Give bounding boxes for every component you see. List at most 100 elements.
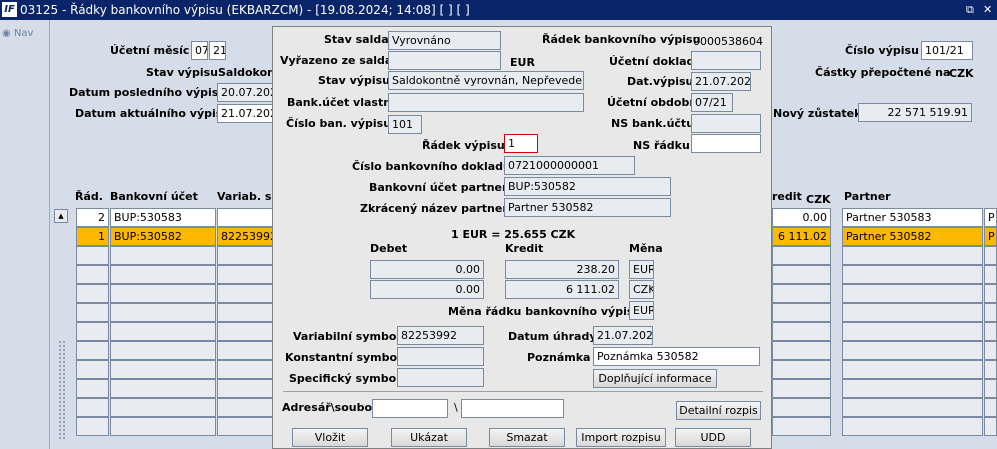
table-empty-cell[interactable]: [842, 379, 983, 398]
table-empty-cell[interactable]: [842, 341, 983, 360]
table-empty-cell[interactable]: [76, 417, 109, 436]
table-empty-cell[interactable]: [842, 398, 983, 417]
table-empty-cell[interactable]: [217, 360, 273, 379]
table-empty-cell[interactable]: [217, 322, 273, 341]
table-row-cell-rad[interactable]: 2: [76, 208, 109, 227]
import-rozpisu-button[interactable]: Import rozpisu: [576, 428, 666, 447]
table-row-selected-cell-variab[interactable]: 82253992: [217, 227, 273, 246]
table-empty-cell[interactable]: [984, 322, 997, 341]
cislo-vypisu-field[interactable]: 101/21: [921, 41, 973, 60]
ucetni-mesic-field-1[interactable]: 07: [191, 41, 208, 60]
soubor-input[interactable]: [461, 399, 564, 418]
table-empty-cell[interactable]: [772, 341, 831, 360]
table-empty-cell[interactable]: [842, 417, 983, 436]
table-empty-cell[interactable]: [110, 341, 216, 360]
table-empty-cell[interactable]: [217, 417, 273, 436]
table-empty-cell[interactable]: [984, 360, 997, 379]
detailni-rozpis-button[interactable]: Detailní rozpis: [676, 401, 761, 420]
table-empty-cell[interactable]: [217, 246, 273, 265]
datum-aktualniho-field[interactable]: 21.07.2021: [217, 104, 273, 123]
datum-aktualniho-label: Datum aktuálního výpisu: [75, 107, 231, 120]
ukazat-button[interactable]: Ukázat: [391, 428, 467, 447]
table-empty-cell[interactable]: [217, 284, 273, 303]
table-empty-cell[interactable]: [842, 246, 983, 265]
table-empty-cell[interactable]: [76, 322, 109, 341]
scroll-up-icon[interactable]: ▲: [54, 209, 68, 223]
ns-radku-input[interactable]: [691, 134, 761, 153]
novy-zustatek-field: 22 571 519.91: [858, 103, 972, 122]
table-row-cell-extra[interactable]: P: [984, 208, 997, 227]
table-empty-cell[interactable]: [772, 322, 831, 341]
ucetni-doklad-field: [691, 51, 761, 70]
table-empty-cell[interactable]: [842, 303, 983, 322]
ns-bank-field: [691, 114, 761, 133]
doplnujici-informace-button[interactable]: Doplňující informace: [593, 369, 717, 388]
table-empty-cell[interactable]: [217, 398, 273, 417]
table-row-selected-cell-kredit[interactable]: 6 111.02: [772, 227, 831, 246]
table-empty-cell[interactable]: [772, 265, 831, 284]
radek-vypisu-input[interactable]: 1: [504, 134, 538, 153]
table-empty-cell[interactable]: [76, 303, 109, 322]
table-empty-cell[interactable]: [110, 417, 216, 436]
datum-posledniho-field[interactable]: 20.07.2021: [217, 83, 273, 102]
table-empty-cell[interactable]: [110, 284, 216, 303]
grid-header-partner: Partner: [844, 190, 891, 203]
table-empty-cell[interactable]: [772, 417, 831, 436]
table-empty-cell[interactable]: [110, 246, 216, 265]
table-empty-cell[interactable]: [842, 265, 983, 284]
table-empty-cell[interactable]: [217, 303, 273, 322]
table-empty-cell[interactable]: [984, 284, 997, 303]
nav-radio[interactable]: ◉ Nav: [2, 28, 33, 39]
splitter-handle[interactable]: [58, 340, 66, 440]
table-empty-cell[interactable]: [772, 360, 831, 379]
table-row-selected-cell-ucet[interactable]: BUP:530582: [110, 227, 216, 246]
table-empty-cell[interactable]: [76, 246, 109, 265]
table-empty-cell[interactable]: [76, 284, 109, 303]
table-empty-cell[interactable]: [984, 341, 997, 360]
table-empty-cell[interactable]: [76, 265, 109, 284]
smazat-button[interactable]: Smazat: [489, 428, 565, 447]
table-empty-cell[interactable]: [984, 398, 997, 417]
table-empty-cell[interactable]: [110, 379, 216, 398]
table-row-cell-variab[interactable]: [217, 208, 273, 227]
table-empty-cell[interactable]: [984, 417, 997, 436]
table-empty-cell[interactable]: [110, 360, 216, 379]
table-empty-cell[interactable]: [76, 398, 109, 417]
table-empty-cell[interactable]: [984, 303, 997, 322]
table-empty-cell[interactable]: [110, 398, 216, 417]
table-row-cell-kredit[interactable]: 0.00: [772, 208, 831, 227]
restore-window-icon[interactable]: ⧉: [966, 3, 974, 17]
table-empty-cell[interactable]: [217, 341, 273, 360]
udd-button[interactable]: UDD: [675, 428, 751, 447]
ucetni-mesic-field-2[interactable]: 21: [209, 41, 226, 60]
table-empty-cell[interactable]: [772, 379, 831, 398]
table-empty-cell[interactable]: [217, 265, 273, 284]
table-empty-cell[interactable]: [217, 379, 273, 398]
table-row-selected-cell-extra[interactable]: P: [984, 227, 997, 246]
table-empty-cell[interactable]: [772, 284, 831, 303]
table-row-cell-ucet[interactable]: BUP:530583: [110, 208, 216, 227]
table-empty-cell[interactable]: [76, 379, 109, 398]
table-empty-cell[interactable]: [76, 341, 109, 360]
table-empty-cell[interactable]: [984, 246, 997, 265]
table-row-selected-cell-partner[interactable]: Partner 530582: [842, 227, 983, 246]
table-empty-cell[interactable]: [984, 379, 997, 398]
table-empty-cell[interactable]: [110, 322, 216, 341]
table-empty-cell[interactable]: [110, 303, 216, 322]
close-icon[interactable]: ✕: [983, 3, 992, 16]
table-empty-cell[interactable]: [772, 398, 831, 417]
poznamka-label: Poznámka: [527, 351, 591, 364]
table-empty-cell[interactable]: [772, 246, 831, 265]
poznamka-input[interactable]: Poznámka 530582: [593, 347, 760, 366]
table-empty-cell[interactable]: [842, 322, 983, 341]
table-empty-cell[interactable]: [76, 360, 109, 379]
table-row-selected-cell-rad[interactable]: 1: [76, 227, 109, 246]
table-empty-cell[interactable]: [772, 303, 831, 322]
vlozit-button[interactable]: Vložit: [292, 428, 368, 447]
table-empty-cell[interactable]: [842, 360, 983, 379]
table-empty-cell[interactable]: [842, 284, 983, 303]
table-empty-cell[interactable]: [984, 265, 997, 284]
table-row-cell-partner[interactable]: Partner 530583: [842, 208, 983, 227]
table-empty-cell[interactable]: [110, 265, 216, 284]
adresar-input[interactable]: [372, 399, 448, 418]
